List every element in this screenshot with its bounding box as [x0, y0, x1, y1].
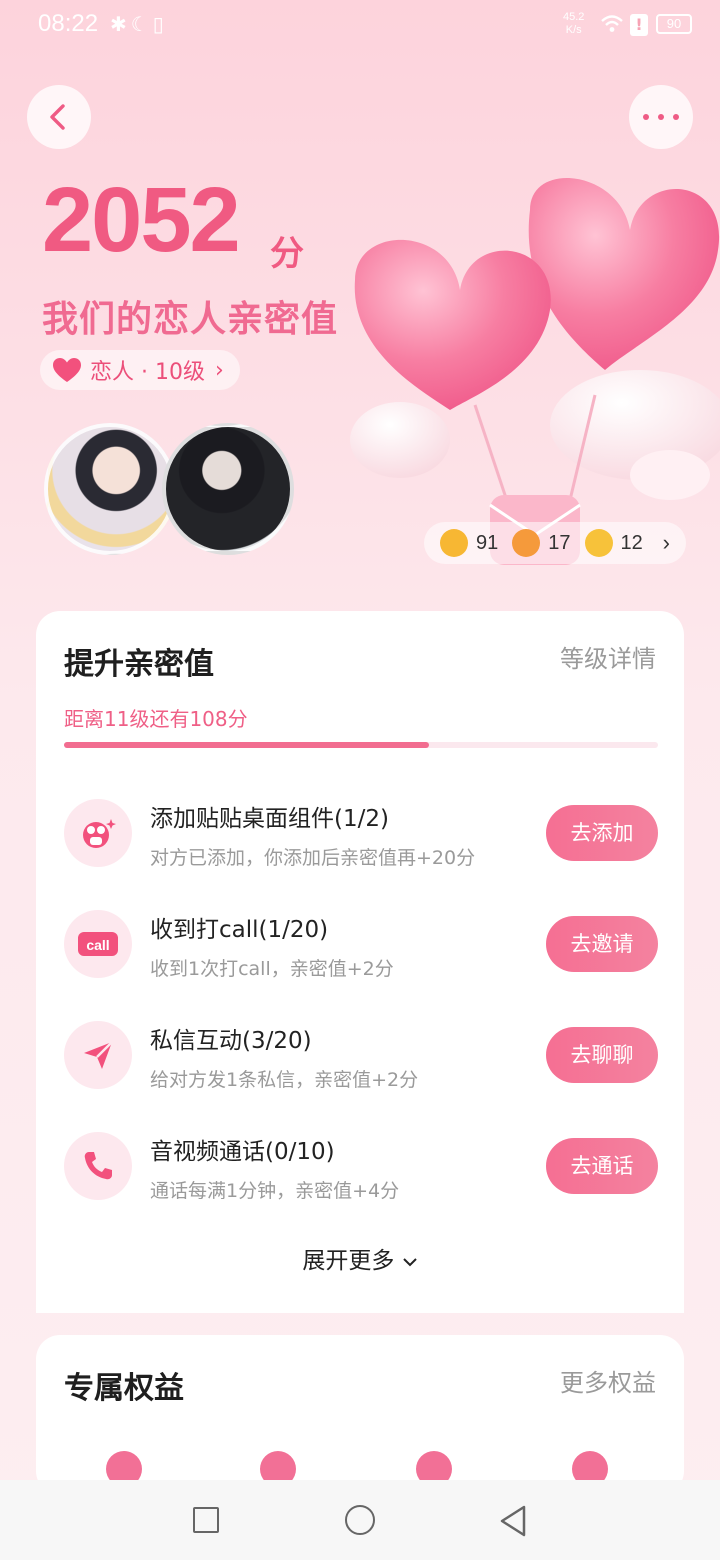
reaction-count: 91 — [476, 531, 499, 554]
network-speed-value: 45.2 — [563, 11, 585, 23]
back-button[interactable] — [27, 85, 91, 149]
invite-button[interactable]: 去邀请 — [546, 916, 658, 972]
score-unit: 分 — [270, 234, 304, 274]
reaction-count: 17 — [548, 531, 571, 554]
more-rights-link[interactable]: 更多权益 — [560, 1363, 656, 1398]
task-description: 对方已添加，你添加后亲密值再+20分 — [150, 847, 476, 869]
system-nav-bar — [0, 1480, 720, 1560]
home-icon[interactable] — [345, 1505, 375, 1535]
upgrade-intimacy-card: 提升亲密值 等级详情 距离11级还有108分 添加贴贴桌面组件(1/2) 对方已… — [36, 611, 684, 1313]
party-popper-icon — [512, 529, 541, 557]
recent-apps-icon[interactable] — [193, 1507, 219, 1533]
task-title: 私信互动(3/20) — [150, 1028, 312, 1054]
chevron-right-icon: › — [662, 530, 670, 555]
page-title: 我们的恋人亲密值 — [42, 299, 339, 340]
battery-icon: 90 — [656, 14, 692, 34]
card-title: 专属权益 — [64, 1371, 184, 1406]
level-details-link[interactable]: 等级详情 — [560, 639, 656, 674]
sticker-widget-icon — [64, 799, 132, 867]
chevron-left-icon — [50, 104, 65, 130]
task-description: 通话每满1分钟，亲密值+4分 — [150, 1180, 400, 1202]
wifi-icon — [601, 15, 623, 32]
network-speed-unit: K/s — [565, 24, 582, 36]
send-message-icon — [64, 1021, 132, 1089]
alert-icon: ! — [630, 14, 648, 36]
add-widget-button[interactable]: 去添加 — [546, 805, 658, 861]
sleepy-emoji-icon — [584, 529, 613, 557]
phone-icon — [64, 1132, 132, 1200]
avatar-self[interactable] — [44, 423, 176, 555]
status-indicator-icons: ✱☾▯ — [110, 12, 168, 36]
more-dots-icon — [643, 114, 679, 120]
level-progress-fill — [64, 742, 430, 748]
intimacy-score: 2052 分 — [42, 168, 304, 274]
more-options-button[interactable] — [629, 85, 693, 149]
chat-button[interactable]: 去聊聊 — [546, 1027, 658, 1083]
blush-emoji-icon — [440, 529, 468, 557]
call-button[interactable]: 去通话 — [546, 1138, 658, 1194]
level-label: 恋人 · 10级 — [90, 360, 205, 385]
level-progress-bar — [64, 742, 658, 748]
heart-icon — [53, 358, 81, 382]
expand-more-button[interactable]: 展开更多 — [36, 1241, 684, 1275]
progress-text: 距离11级还有108分 — [64, 707, 248, 731]
status-time: 08:22 — [38, 10, 99, 37]
call-badge-icon: call — [64, 910, 132, 978]
task-item-call: call 收到打call(1/20) 收到1次打call，亲密值+2分 去邀请 — [64, 910, 658, 990]
exclusive-rights-card: 专属权益 更多权益 — [36, 1335, 684, 1495]
level-badge[interactable]: 恋人 · 10级 › — [40, 350, 240, 390]
back-triangle-icon[interactable] — [498, 1504, 528, 1538]
task-item-message: 私信互动(3/20) 给对方发1条私信，亲密值+2分 去聊聊 — [64, 1021, 658, 1101]
reactions-bar[interactable]: 91 17 12 › — [424, 522, 686, 564]
avatar-partner[interactable] — [162, 423, 294, 555]
expand-more-label: 展开更多 — [302, 1248, 395, 1274]
chevron-down-icon — [402, 1258, 417, 1267]
card-title: 提升亲密值 — [64, 647, 214, 682]
svg-text:call: call — [86, 937, 109, 953]
task-description: 收到1次打call，亲密值+2分 — [150, 958, 394, 980]
network-speed: 45.2 K/s — [563, 11, 584, 37]
score-number: 2052 — [42, 169, 241, 271]
task-title: 收到打call(1/20) — [150, 917, 329, 943]
chevron-right-icon: › — [214, 357, 224, 383]
task-item-call-av: 音视频通话(0/10) 通话每满1分钟，亲密值+4分 去通话 — [64, 1132, 658, 1212]
status-bar: 08:22 ✱☾▯ 45.2 K/s ! 90 — [0, 0, 720, 52]
reaction-count: 12 — [620, 531, 643, 554]
task-item-widget: 添加贴贴桌面组件(1/2) 对方已添加，你添加后亲密值再+20分 去添加 — [64, 799, 658, 879]
task-description: 给对方发1条私信，亲密值+2分 — [150, 1069, 419, 1091]
task-title: 音视频通话(0/10) — [150, 1139, 335, 1165]
task-title: 添加贴贴桌面组件(1/2) — [150, 806, 389, 832]
